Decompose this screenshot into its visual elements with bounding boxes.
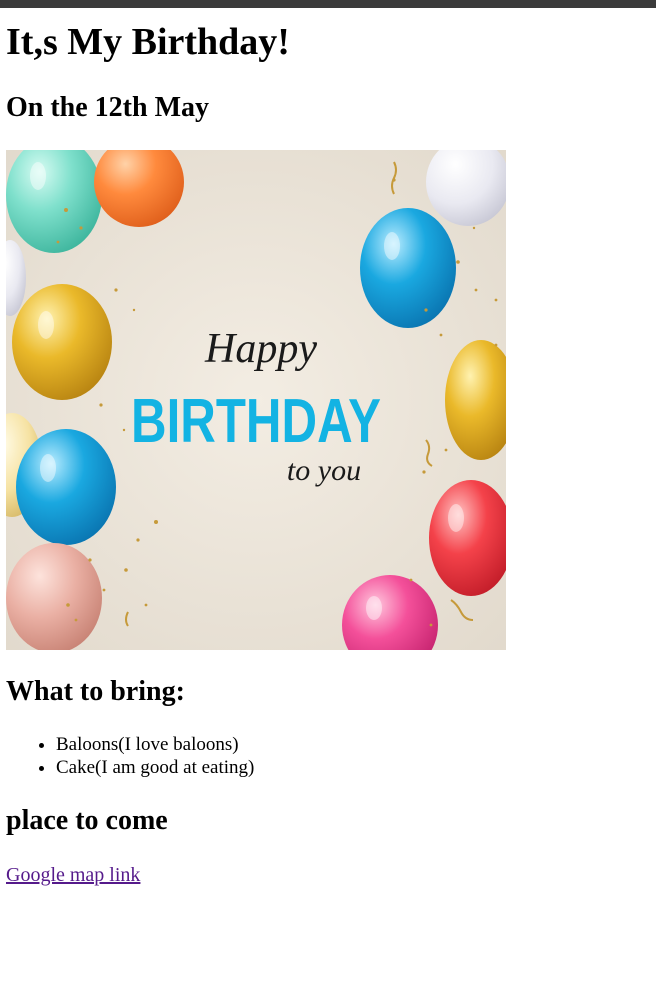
page-title: It,s My Birthday! <box>6 21 290 63</box>
happy-script-text: Happy <box>204 326 317 372</box>
window-top-bar <box>0 0 656 8</box>
bring-list: Baloons(I love baloons) Cake(I am good a… <box>0 733 254 779</box>
list-item: Cake(I am good at eating) <box>56 756 254 779</box>
what-to-bring-heading: What to bring: <box>6 676 185 707</box>
page-content: It,s My Birthday! On the 12th May Happy … <box>0 8 656 1002</box>
birthday-image: Happy BIRTHDAY to you <box>6 150 506 650</box>
place-heading: place to come <box>6 805 168 836</box>
date-heading: On the 12th May <box>6 92 209 123</box>
birthday-main-text: BIRTHDAY <box>131 387 381 456</box>
google-map-link[interactable]: Google map link <box>6 863 140 887</box>
list-item: Baloons(I love baloons) <box>56 733 254 756</box>
to-you-script-text: to you <box>287 454 361 487</box>
